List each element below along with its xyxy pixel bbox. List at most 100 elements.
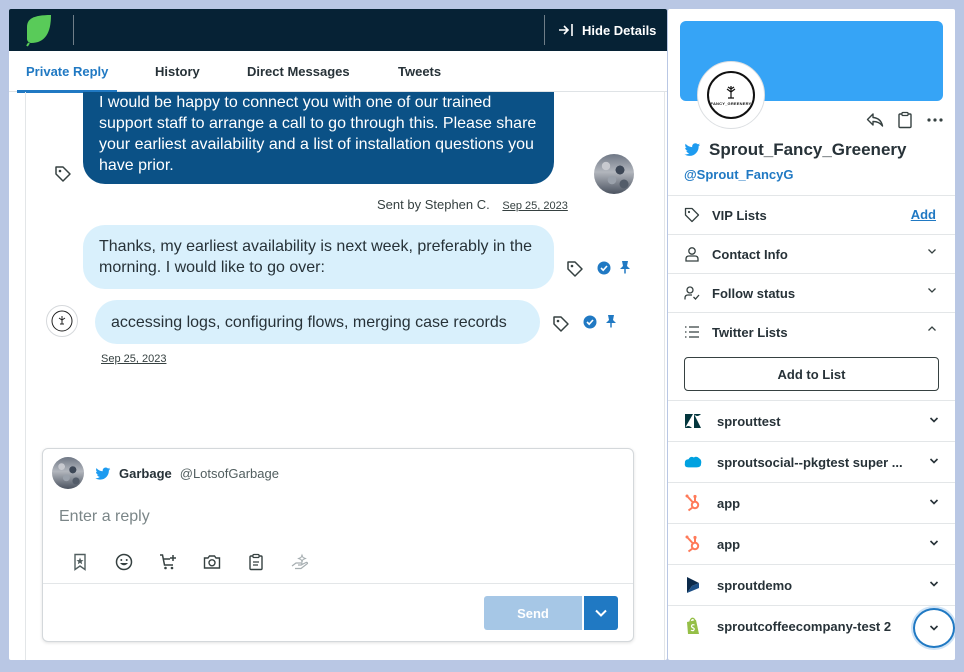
tab-history[interactable]: History (155, 51, 200, 92)
reply-account-name: Garbage (119, 466, 172, 481)
incoming-date-link[interactable]: Sep 25, 2023 (101, 353, 166, 365)
hide-details-label: Hide Details (582, 22, 657, 38)
shopify-icon (684, 617, 702, 635)
tab-private-reply[interactable]: Private Reply (16, 51, 118, 93)
person-icon (684, 246, 700, 262)
more-options-icon[interactable] (926, 111, 944, 129)
agent-avatar (594, 154, 634, 194)
twitter-lists-label: Twitter Lists (712, 324, 788, 340)
tree-logo-icon (726, 86, 736, 99)
chevron-down-icon (929, 581, 939, 587)
customer-avatar (46, 305, 78, 337)
vip-tag-icon (684, 207, 700, 223)
integration-name: sproutdemo (717, 577, 793, 593)
reply-account-handle: @LotsofGarbage (179, 466, 279, 481)
tag-icon[interactable] (54, 165, 72, 183)
sent-by-text: Sent by Stephen C. (377, 197, 490, 212)
conversation-panel: Hide Details Private Reply History Direc… (9, 9, 667, 660)
integration-name: app (717, 536, 741, 552)
reply-account-avatar (52, 457, 84, 489)
incoming-message-bubble: Thanks, my earliest availability is next… (83, 225, 554, 289)
chevron-down-icon (929, 458, 939, 464)
profile-handle[interactable]: @Sprout_FancyG (684, 167, 793, 182)
hubspot-icon (684, 535, 702, 553)
integration-row[interactable]: app (668, 482, 955, 523)
section-twitter-lists[interactable]: Twitter Lists (668, 312, 955, 351)
sent-by-meta: Sent by Stephen C. Sep 25, 2023 (377, 197, 568, 212)
tab-tweets[interactable]: Tweets (398, 51, 441, 92)
assistant-hand-icon[interactable] (291, 553, 309, 571)
saved-reply-icon[interactable] (71, 553, 89, 571)
outgoing-message-text: I would be happy to connect you with one… (99, 94, 537, 174)
add-product-cart-icon[interactable] (159, 553, 177, 571)
integration-name: sproutcoffeecompany-test 2 (717, 618, 892, 634)
topbar-divider (73, 15, 74, 45)
integration-name: app (717, 495, 741, 511)
profile-actions (866, 111, 944, 129)
send-button[interactable]: Send (484, 596, 582, 630)
tab-bar: Private Reply History Direct Messages Tw… (9, 51, 667, 93)
collapse-right-icon (559, 24, 573, 36)
section-contact-info[interactable]: Contact Info (668, 234, 955, 273)
reply-account[interactable]: Garbage @LotsofGarbage (95, 466, 279, 481)
integration-row[interactable]: sproutcoffeecompany-test 2 (668, 605, 955, 648)
check-circle-icon[interactable] (583, 315, 597, 329)
pin-icon[interactable] (605, 314, 617, 328)
vip-lists-label: VIP Lists (712, 207, 767, 223)
contact-info-label: Contact Info (712, 246, 788, 262)
clipboard-icon[interactable] (247, 553, 265, 571)
reply-arrow-icon[interactable] (866, 111, 884, 129)
send-options-button[interactable] (584, 596, 618, 630)
chevron-down-icon (929, 625, 939, 631)
topbar-divider (544, 15, 545, 45)
chevron-down-icon (929, 540, 939, 546)
dynamics-icon (684, 576, 702, 594)
incoming-message-text: Thanks, my earliest availability is next… (99, 238, 533, 276)
list-icon (684, 324, 700, 340)
chevron-down-icon (929, 499, 939, 505)
check-circle-icon[interactable] (597, 261, 611, 275)
clipboard-icon[interactable] (896, 111, 914, 129)
integration-row[interactable]: app (668, 523, 955, 564)
outgoing-date-link[interactable]: Sep 25, 2023 (502, 200, 567, 212)
incoming-message-bubble: accessing logs, configuring flows, mergi… (95, 300, 540, 344)
integration-row[interactable]: sproutdemo (668, 564, 955, 605)
add-to-list-button[interactable]: Add to List (684, 357, 939, 391)
sprout-logo-icon (26, 15, 51, 47)
twitter-bird-icon (684, 143, 701, 156)
emoji-icon[interactable] (115, 553, 133, 571)
integration-row[interactable]: sprouttest (668, 400, 955, 441)
expand-integration-button[interactable] (913, 608, 955, 648)
reply-input[interactable] (59, 505, 619, 529)
pin-icon[interactable] (619, 260, 631, 274)
incoming-message-text: accessing logs, configuring flows, mergi… (111, 314, 507, 331)
chevron-down-icon (928, 288, 936, 293)
profile-avatar: FANCY_GREENERY (697, 61, 765, 129)
hide-details-button[interactable]: Hide Details (558, 9, 656, 51)
section-follow-status[interactable]: Follow status (668, 273, 955, 312)
chevron-down-icon (929, 417, 939, 423)
details-panel: FANCY_GREENERY Sprout_Fancy_Greenery @Sp… (668, 9, 955, 660)
twitter-bird-icon (95, 467, 111, 480)
zendesk-icon (684, 412, 702, 430)
tag-icon[interactable] (552, 315, 570, 333)
outgoing-message-bubble: I would be happy to connect you with one… (83, 92, 554, 184)
tree-logo-icon (51, 310, 73, 332)
hubspot-icon (684, 494, 702, 512)
integration-name: sprouttest (717, 413, 781, 429)
follow-status-label: Follow status (712, 285, 796, 301)
tab-direct-messages[interactable]: Direct Messages (247, 51, 350, 92)
reply-composer: Garbage @LotsofGarbage Enter a reply Sen… (42, 448, 634, 642)
camera-icon[interactable] (203, 553, 221, 571)
top-bar: Hide Details (9, 9, 667, 51)
composer-divider (43, 583, 633, 584)
profile-avatar-text: FANCY_GREENERY (710, 101, 752, 106)
vip-add-link[interactable]: Add (911, 207, 936, 222)
integration-row[interactable]: sproutsocial--pkgtest super ... (668, 441, 955, 482)
chevron-down-icon (928, 249, 936, 254)
integration-name: sproutsocial--pkgtest super ... (717, 454, 903, 470)
chevron-down-icon (595, 609, 607, 617)
section-vip-lists: VIP Lists Add (668, 195, 955, 234)
tag-icon[interactable] (566, 260, 584, 278)
salesforce-icon (684, 453, 702, 471)
